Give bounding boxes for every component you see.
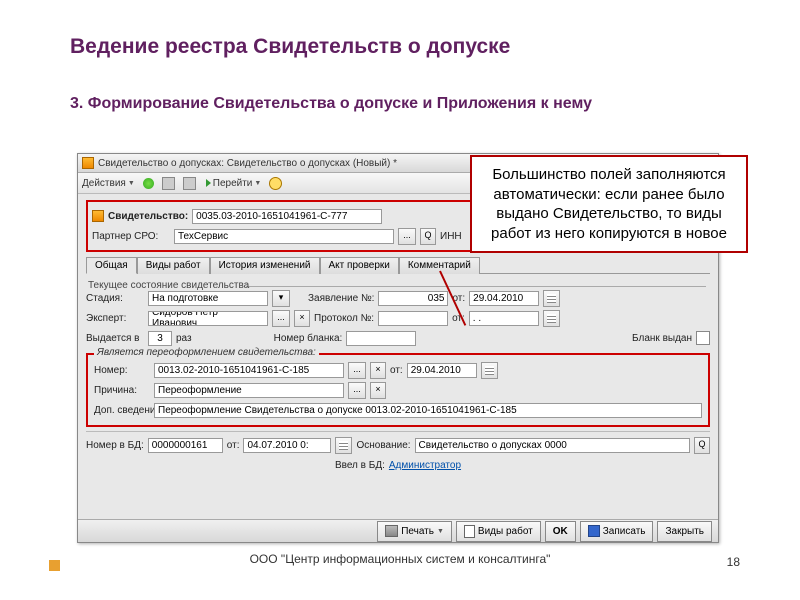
- tab-works[interactable]: Виды работ: [137, 257, 210, 274]
- blank-issued-checkbox[interactable]: [696, 331, 710, 345]
- reissue-reason-lookup-button[interactable]: ...: [348, 382, 366, 399]
- toolbar-goto[interactable]: Перейти ▼: [204, 178, 262, 189]
- toolbar-add-icon[interactable]: [143, 178, 154, 189]
- certificate-icon: [92, 210, 104, 222]
- db-number-label: Номер в БД:: [86, 440, 144, 451]
- works-button[interactable]: Виды работ: [456, 521, 541, 542]
- reissue-reason-clear-button[interactable]: ×: [370, 382, 386, 399]
- callout-box: Большинство полей заполняются автоматиче…: [470, 155, 748, 253]
- print-icon: [385, 525, 398, 537]
- application-number-input[interactable]: 035: [378, 291, 448, 306]
- application-label: Заявление №:: [308, 293, 374, 304]
- document-icon: [464, 525, 475, 538]
- tab-general[interactable]: Общая: [86, 257, 137, 274]
- reissue-reason-label: Причина:: [94, 385, 150, 396]
- entered-by-label: Ввел в БД:: [335, 460, 385, 471]
- close-button[interactable]: Закрыть: [657, 521, 712, 542]
- issued-count-input[interactable]: 3: [148, 331, 172, 346]
- basis-label: Основание:: [356, 440, 410, 451]
- tab-act[interactable]: Акт проверки: [320, 257, 399, 274]
- reissue-number-clear-button[interactable]: ×: [370, 362, 386, 379]
- db-date-input[interactable]: 04.07.2010 0:: [243, 438, 331, 453]
- save-button[interactable]: Записать: [580, 521, 654, 542]
- window-icon: [82, 157, 94, 169]
- slide-title: Ведение реестра Свидетельств о допуске: [70, 35, 510, 59]
- help-icon[interactable]: [269, 177, 282, 190]
- blank-number-label: Номер бланка:: [274, 333, 343, 344]
- footer-company: ООО "Центр информационных систем и конса…: [0, 552, 800, 566]
- print-button[interactable]: Печать ▼: [377, 521, 452, 542]
- partner-label: Партнер СРО:: [92, 231, 170, 242]
- reissue-date-input[interactable]: 29.04.2010: [407, 363, 477, 378]
- expert-input[interactable]: Сидоров Петр Иванович: [148, 311, 268, 326]
- reissue-group: Является переоформлением свидетельства: …: [86, 353, 710, 427]
- reissue-legend: Является переоформлением свидетельства:: [94, 347, 319, 358]
- reissue-extra-label: Доп. сведения:: [94, 405, 150, 416]
- reissue-reason-input[interactable]: Переоформление: [154, 383, 344, 398]
- partner-open-button[interactable]: Q: [420, 228, 436, 245]
- arrow-right-icon: [206, 179, 211, 187]
- protocol-date-input[interactable]: . .: [469, 311, 539, 326]
- stage-dropdown-button[interactable]: ▾: [272, 290, 290, 307]
- inn-label: ИНН: [440, 231, 462, 242]
- save-icon: [588, 525, 600, 537]
- reissue-date-calendar-button[interactable]: [481, 362, 498, 379]
- expert-lookup-button[interactable]: ...: [272, 310, 290, 327]
- expert-label: Эксперт:: [86, 313, 144, 324]
- protocol-number-input[interactable]: [378, 311, 448, 326]
- stage-input[interactable]: На подготовке: [148, 291, 268, 306]
- blank-number-input[interactable]: [346, 331, 416, 346]
- tabs: Общая Виды работ История изменений Акт п…: [86, 256, 710, 274]
- from-label: от:: [390, 365, 403, 376]
- reissue-extra-input[interactable]: Переоформление Свидетельства о допуске 0…: [154, 403, 702, 418]
- issued-label: Выдается в: [86, 333, 144, 344]
- issued-suffix: раз: [176, 333, 192, 344]
- ok-button[interactable]: OK: [545, 521, 576, 542]
- partner-lookup-button[interactable]: ...: [398, 228, 416, 245]
- application-date-calendar-button[interactable]: [543, 290, 560, 307]
- toolbar-actions[interactable]: Действия ▼: [82, 178, 135, 189]
- footer-page-number: 18: [727, 555, 740, 569]
- toolbar-button-icon[interactable]: [162, 177, 175, 190]
- expert-clear-button[interactable]: ×: [294, 310, 310, 327]
- toolbar-button-icon[interactable]: [183, 177, 196, 190]
- basis-input[interactable]: Свидетельство о допусках 0000: [415, 438, 690, 453]
- reissue-number-label: Номер:: [94, 365, 150, 376]
- slide-subtitle: 3. Формирование Свидетельства о допуске …: [70, 95, 592, 113]
- window-bottom-bar: Печать ▼ Виды работ OK Записать Закрыть: [78, 519, 718, 542]
- from-label: от:: [227, 440, 240, 451]
- application-date-input[interactable]: 29.04.2010: [469, 291, 539, 306]
- basis-open-button[interactable]: Q: [694, 437, 710, 454]
- blank-issued-label: Бланк выдан: [632, 333, 692, 344]
- protocol-date-calendar-button[interactable]: [543, 310, 560, 327]
- certificate-number-input[interactable]: 0035.03-2010-1651041961-С-777: [192, 209, 382, 224]
- reissue-number-lookup-button[interactable]: ...: [348, 362, 366, 379]
- db-date-calendar-button[interactable]: [335, 437, 352, 454]
- stage-label: Стадия:: [86, 293, 144, 304]
- partner-input[interactable]: ТехСервис: [174, 229, 394, 244]
- db-number-input[interactable]: 0000000161: [148, 438, 223, 453]
- protocol-label: Протокол №:: [314, 313, 374, 324]
- certificate-label: Свидетельство:: [108, 211, 188, 222]
- tab-history[interactable]: История изменений: [210, 257, 320, 274]
- reissue-number-input[interactable]: 0013.02-2010-1651041961-С-185: [154, 363, 344, 378]
- entered-by-user-link[interactable]: Администратор: [389, 460, 461, 471]
